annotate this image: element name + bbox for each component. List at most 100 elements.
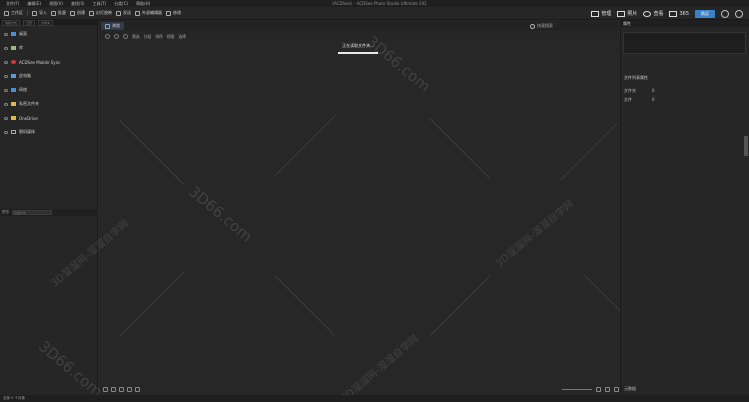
eye-icon[interactable] xyxy=(4,60,8,64)
preview-panel-header: 预览 隐藏文件 xyxy=(0,209,98,216)
eye-icon[interactable] xyxy=(4,32,8,36)
tab-shortcuts[interactable]: 快捷方式 xyxy=(2,19,21,26)
mode-switcher: 管理 照片 查看 365 购买 xyxy=(591,7,749,20)
group-menu[interactable]: 分组 xyxy=(144,34,152,40)
tree-item-library[interactable]: 库 xyxy=(0,41,97,55)
toolbar-slideshow[interactable]: 幻灯放映 xyxy=(89,10,112,16)
window-title: 《ACDSee》- ACDSee Photo Studio Ultimate 2… xyxy=(330,1,427,6)
preview-label: 预览 xyxy=(2,210,9,214)
photos-icon xyxy=(617,10,626,17)
properties-panel: 属性 文件列表属性 文件夹 0 文件 0 元数据 xyxy=(620,20,749,395)
tree-item-onedrive[interactable]: OneDrive xyxy=(0,111,97,125)
tab-calendar[interactable]: 日历 xyxy=(23,19,36,26)
mode-view[interactable]: 查看 xyxy=(643,10,663,17)
menu-edit[interactable]: 编辑(E) xyxy=(27,1,41,7)
eye-icon[interactable] xyxy=(4,46,8,50)
toolbar-external-editor[interactable]: 外部编辑器 xyxy=(135,10,162,16)
status-text: 全部 0 个对象 xyxy=(3,396,25,400)
eye-icon xyxy=(643,10,652,17)
toolbar-modify[interactable]: 修改 xyxy=(166,10,181,16)
up-icon[interactable] xyxy=(123,34,128,39)
forward-icon[interactable] xyxy=(114,34,119,39)
tree-item-desktop[interactable]: 桌面 xyxy=(0,27,97,41)
quick-search[interactable]: 快速搜索 xyxy=(530,21,553,31)
zoom-slider[interactable] xyxy=(562,389,592,390)
import-icon xyxy=(32,10,37,16)
zoom-out-icon[interactable] xyxy=(596,387,601,392)
file-list-bottom-bar xyxy=(99,384,619,395)
menu-category[interactable]: 分类(C) xyxy=(114,1,128,7)
tab-browse[interactable]: 浏览 xyxy=(101,22,124,30)
file-list-pane[interactable] xyxy=(99,20,619,395)
filter-menu[interactable]: 筛选 xyxy=(132,34,140,40)
toolbar-create[interactable]: 创建 xyxy=(70,10,85,16)
mobile-sync-icon xyxy=(11,60,16,64)
toolbar-batch[interactable]: 批量 xyxy=(51,10,66,16)
filmstrip-icon[interactable] xyxy=(111,387,116,392)
cloud-icon xyxy=(669,10,678,17)
statusbar: 全部 0 个对象 xyxy=(0,395,749,402)
workspace-icon xyxy=(4,10,9,16)
menu-find[interactable]: 查找(S) xyxy=(71,1,85,7)
file-list-properties-title: 文件列表属性 xyxy=(624,75,648,80)
buy-button[interactable]: 购买 xyxy=(695,9,715,18)
send-icon xyxy=(116,10,121,16)
zoom-controls xyxy=(562,384,619,395)
slideshow-icon xyxy=(89,10,94,16)
menu-view[interactable]: 视图(V) xyxy=(49,1,63,7)
tree-item-this-pc[interactable]: 此电脑 xyxy=(0,69,97,83)
tree-item-network[interactable]: 网络 xyxy=(0,83,97,97)
mode-manage[interactable]: 管理 xyxy=(591,10,611,17)
view-menu[interactable]: 视图 xyxy=(167,34,175,40)
metadata-tab[interactable]: 元数据 xyxy=(624,386,636,392)
search-icon xyxy=(530,23,535,29)
folder-icon xyxy=(11,102,16,106)
menu-file[interactable]: 文件(F) xyxy=(6,1,19,7)
eye-icon[interactable] xyxy=(4,116,8,120)
menu-tools[interactable]: 工具(T) xyxy=(93,1,107,7)
eye-icon[interactable] xyxy=(4,130,8,134)
tab-folders[interactable]: 文件夹 xyxy=(38,19,54,26)
mode-365[interactable]: 365 xyxy=(669,10,689,17)
properties-header: 属性 xyxy=(621,20,749,27)
filter-bar: 筛选 分组 排序 视图 选择 xyxy=(99,32,619,41)
computer-icon xyxy=(11,74,16,78)
batch-icon xyxy=(51,10,56,16)
tree-item-mobile-sync[interactable]: ACDSee Mobile Sync xyxy=(0,55,97,69)
fit-icon[interactable] xyxy=(614,387,619,392)
property-row-folders: 文件夹 0 xyxy=(624,88,655,93)
properties-preview-box xyxy=(623,32,746,54)
tree-item-offline-media[interactable]: 脱机媒体 xyxy=(0,125,97,139)
menu-help[interactable]: 帮助(H) xyxy=(136,1,150,7)
property-row-files: 文件 0 xyxy=(624,97,655,102)
refresh-icon[interactable] xyxy=(119,387,124,392)
external-editor-icon xyxy=(135,10,140,16)
library-icon xyxy=(11,46,16,50)
desktop-icon xyxy=(11,32,16,36)
eye-icon[interactable] xyxy=(4,102,8,106)
right-scrollbar[interactable] xyxy=(744,136,748,156)
tree-item-private-folder[interactable]: 私密文件夹 xyxy=(0,97,97,111)
preview-filter-field[interactable]: 隐藏文件 xyxy=(12,210,52,215)
modify-icon xyxy=(166,10,171,16)
create-icon xyxy=(70,10,75,16)
smiley-icon[interactable] xyxy=(721,9,729,18)
toolbar-separator xyxy=(27,10,28,16)
toolbar-import[interactable]: 导入 xyxy=(32,10,47,16)
eye-icon[interactable] xyxy=(4,74,8,78)
zoom-in-icon[interactable] xyxy=(605,387,610,392)
sort-menu[interactable]: 排序 xyxy=(155,34,163,40)
rotate-icon[interactable] xyxy=(127,387,132,392)
grid-icon xyxy=(591,10,600,17)
toolbar-send[interactable]: 发送 xyxy=(116,10,131,16)
toolbar-workspace[interactable]: 工作区 xyxy=(4,10,23,16)
browse-icon xyxy=(105,23,110,29)
select-menu[interactable]: 选择 xyxy=(178,34,186,40)
mode-photos[interactable]: 照片 xyxy=(617,10,637,17)
back-icon[interactable] xyxy=(105,34,110,39)
network-icon xyxy=(11,88,16,92)
compare-icon[interactable] xyxy=(135,387,140,392)
thumbnail-icon[interactable] xyxy=(103,387,108,392)
eye-icon[interactable] xyxy=(4,88,8,92)
gear-icon[interactable] xyxy=(735,9,743,18)
